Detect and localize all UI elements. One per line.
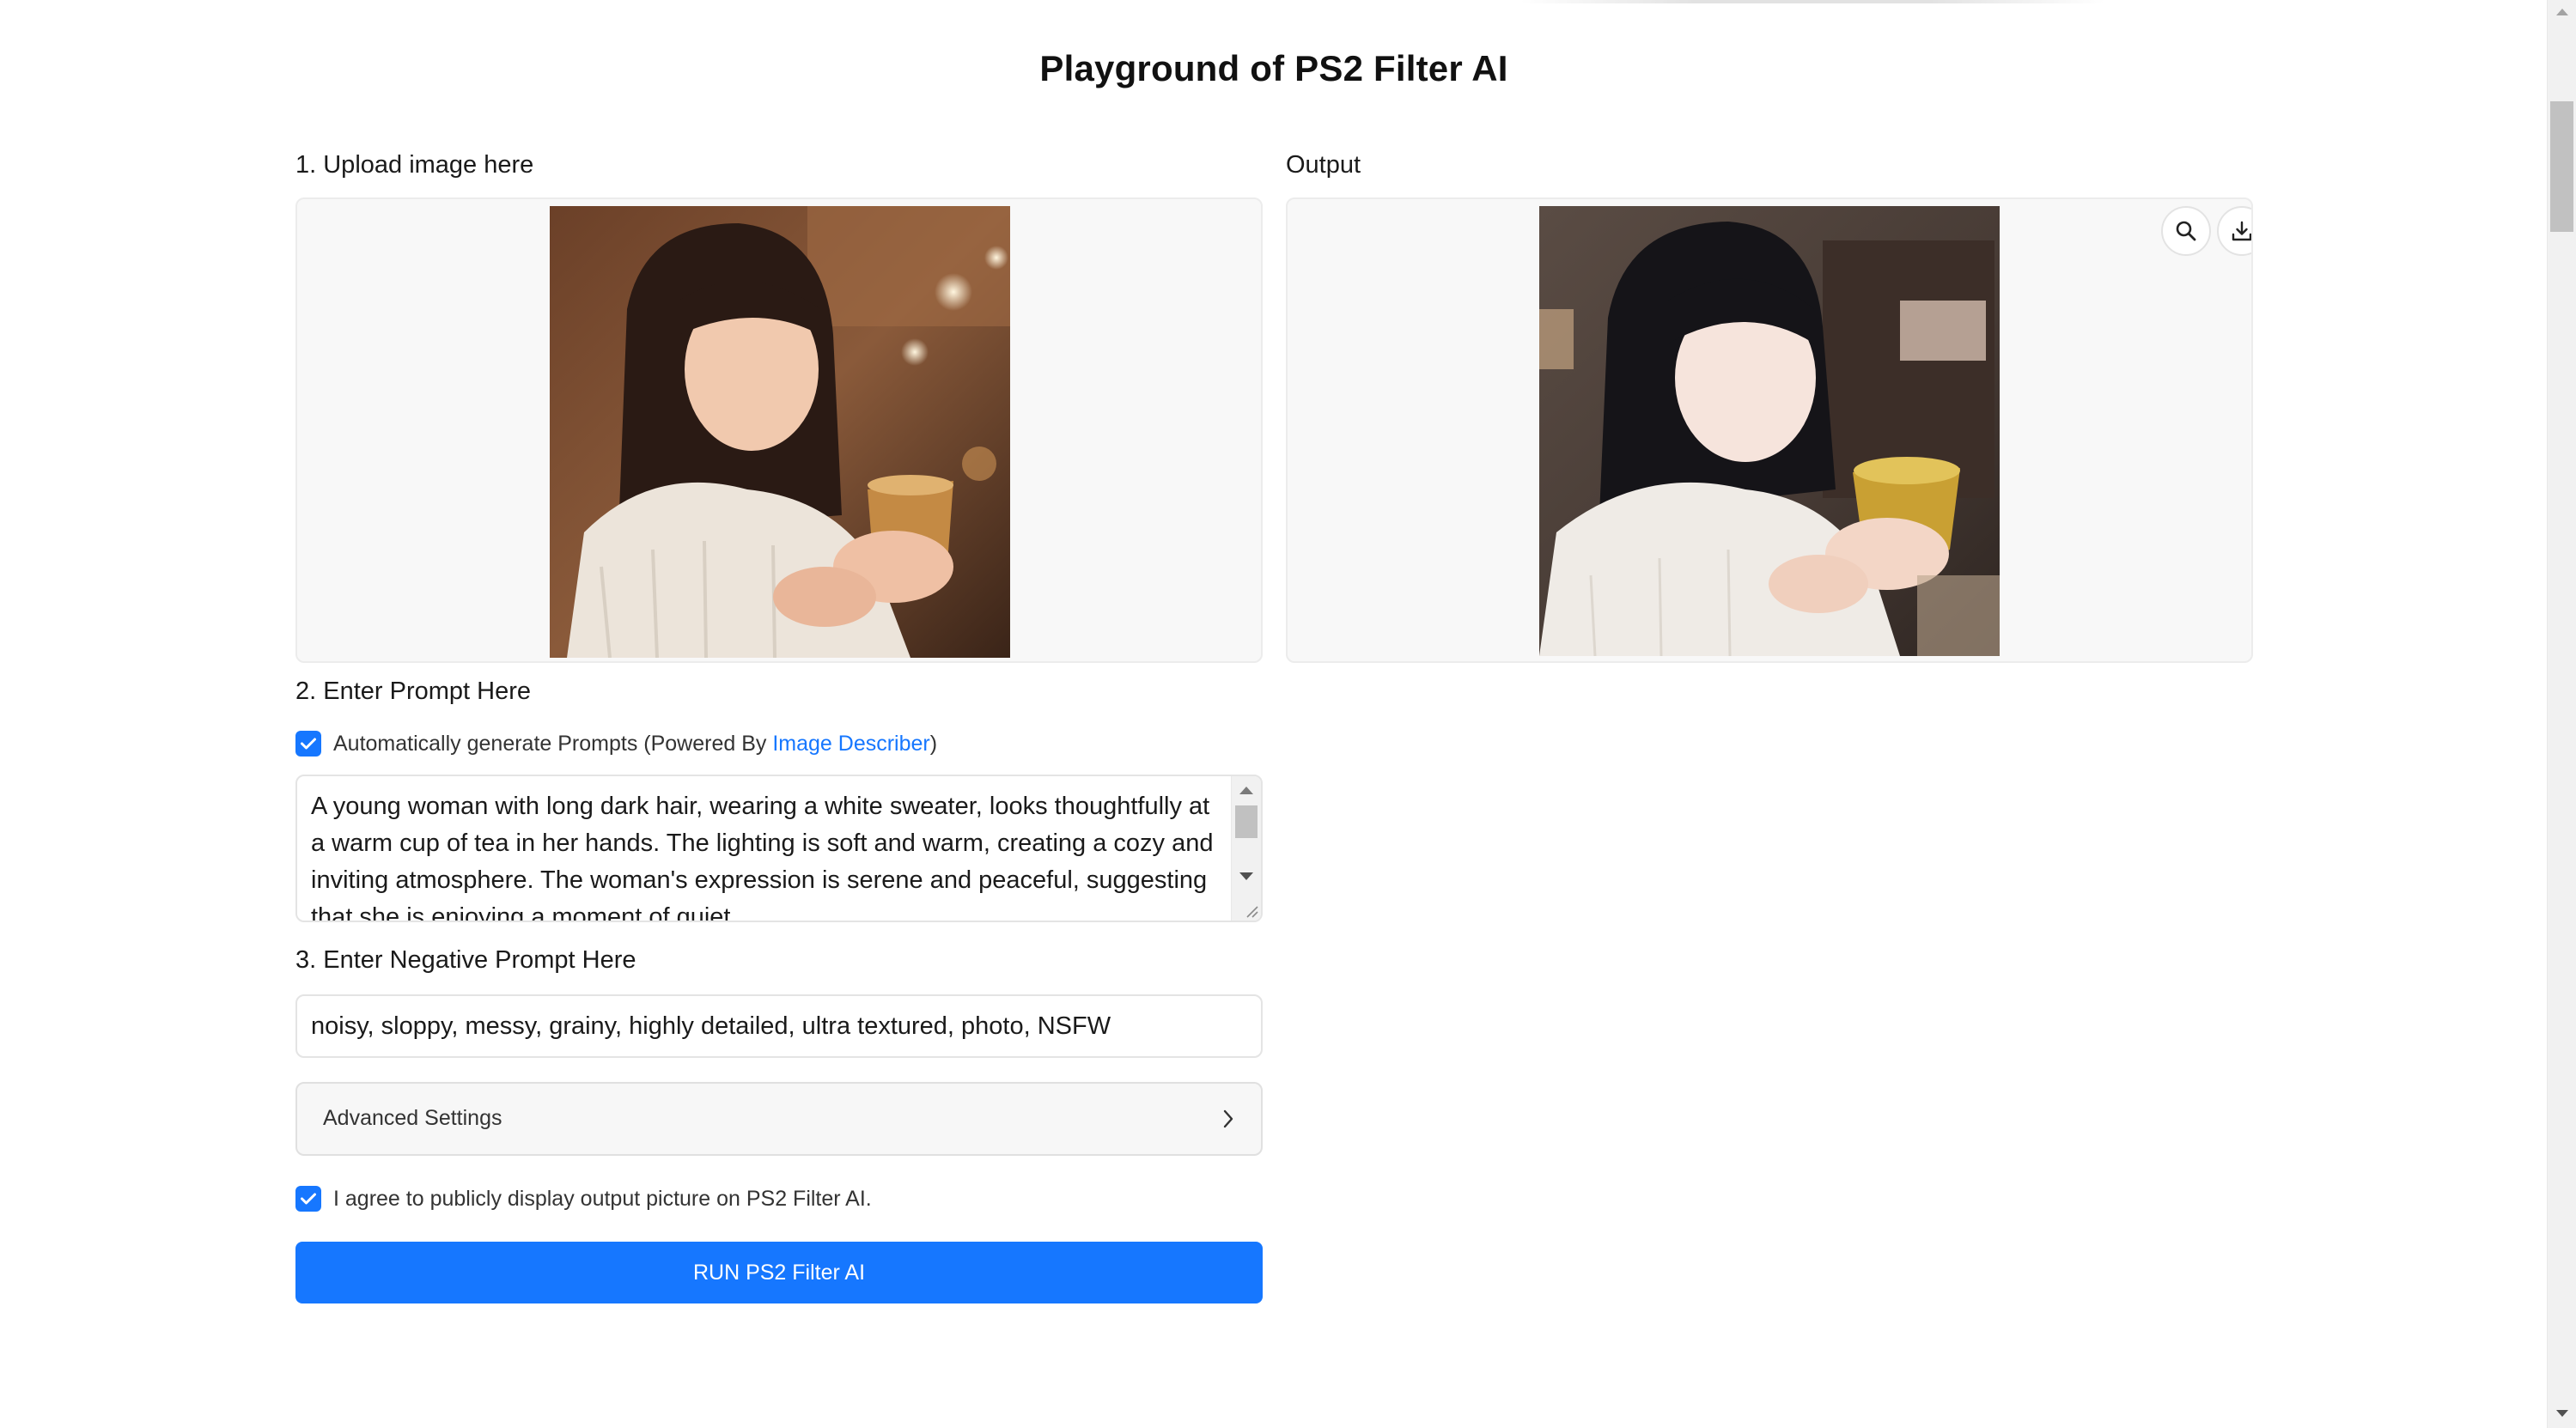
advanced-settings-label: Advanced Settings — [323, 1106, 502, 1130]
run-button[interactable]: RUN PS2 Filter AI — [295, 1242, 1263, 1303]
negative-prompt-input[interactable] — [295, 994, 1263, 1058]
prompt-label: 2. Enter Prompt Here — [295, 678, 531, 705]
playground-page: Playground of PS2 Filter AI 1. Upload im… — [0, 0, 2576, 1428]
agree-label: I agree to publicly display output pictu… — [333, 1187, 872, 1211]
check-icon — [301, 738, 316, 750]
resize-grip-icon[interactable] — [1244, 903, 1259, 919]
download-icon — [2232, 221, 2251, 241]
prompt-scrollbar[interactable] — [1231, 776, 1261, 921]
upload-label: 1. Upload image here — [295, 151, 534, 179]
zoom-button[interactable] — [2161, 206, 2211, 256]
prompt-scroll-thumb[interactable] — [1235, 805, 1258, 838]
agree-checkbox[interactable] — [295, 1186, 321, 1212]
output-panel — [1286, 197, 2253, 663]
auto-prompt-label-prefix: Automatically generate Prompts (Powered … — [333, 732, 773, 756]
check-icon — [301, 1193, 316, 1205]
image-describer-link[interactable]: Image Describer — [772, 732, 929, 756]
prompt-text[interactable]: A young woman with long dark hair, weari… — [311, 788, 1221, 921]
output-image — [1539, 206, 2000, 656]
output-label: Output — [1286, 151, 1361, 179]
page-scroll-up-icon[interactable] — [2556, 9, 2568, 15]
page-scroll-thumb[interactable] — [2550, 101, 2573, 232]
auto-prompt-label: Automatically generate Prompts (Powered … — [333, 732, 937, 757]
download-button[interactable] — [2217, 206, 2251, 256]
chevron-right-icon — [1223, 1109, 1233, 1128]
upload-dropzone[interactable] — [295, 197, 1263, 663]
prompt-textarea[interactable]: A young woman with long dark hair, weari… — [295, 775, 1263, 922]
scroll-up-icon[interactable] — [1239, 787, 1253, 794]
search-icon — [2176, 221, 2196, 241]
auto-prompt-label-suffix: ) — [929, 732, 938, 756]
page-scrollbar[interactable] — [2547, 0, 2576, 1428]
page-title: Playground of PS2 Filter AI — [1039, 48, 1508, 88]
page-scroll-down-icon[interactable] — [2556, 1410, 2568, 1417]
uploaded-image — [550, 206, 1010, 658]
advanced-settings-collapse[interactable]: Advanced Settings — [295, 1082, 1263, 1156]
scroll-down-icon[interactable] — [1239, 872, 1253, 880]
negative-prompt-label: 3. Enter Negative Prompt Here — [295, 946, 636, 974]
auto-prompt-checkbox[interactable] — [295, 731, 321, 757]
header-shadow — [1520, 0, 2104, 3]
